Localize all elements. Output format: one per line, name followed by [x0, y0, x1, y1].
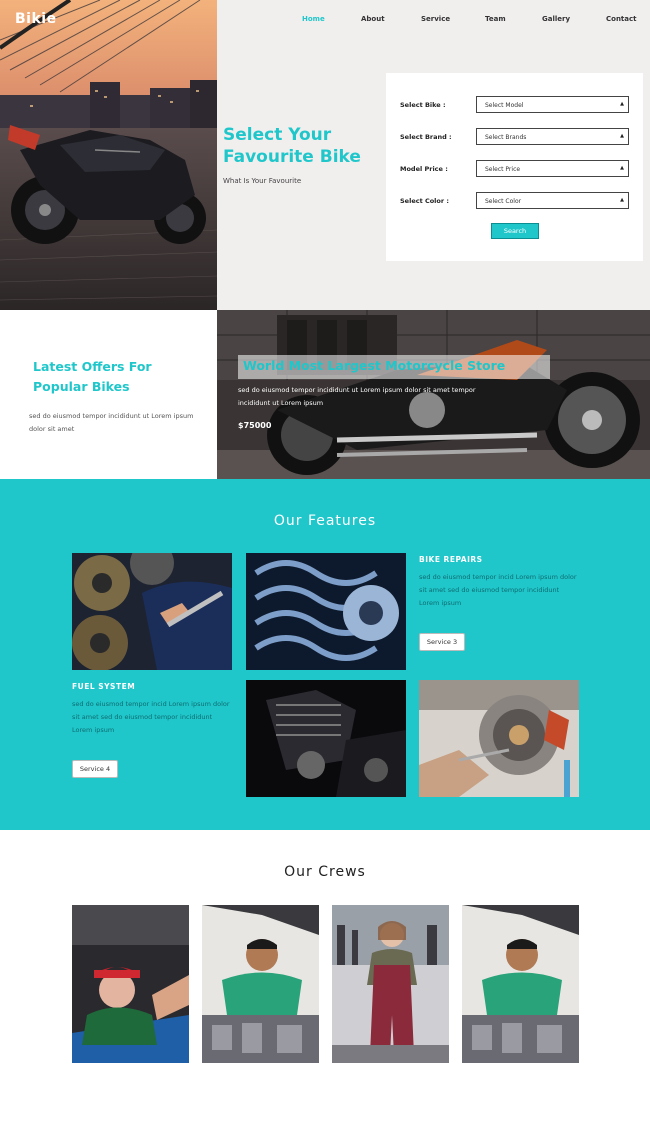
nav-gallery[interactable]: Gallery — [542, 15, 570, 23]
crew-member-photo — [72, 905, 189, 1063]
offers-title: Latest Offers For Popular Bikes — [33, 359, 152, 394]
features-heading: Our Features — [273, 513, 377, 529]
dropdown-arrow-icon: ▲ — [620, 133, 624, 139]
dropdown-arrow-icon: ▲ — [620, 165, 624, 171]
nav-service[interactable]: Service — [421, 15, 450, 23]
features-section: Our Features BIKE REPAIRS sed do eiusmod — [0, 479, 650, 830]
select-bike-label: Select Bike : — [400, 101, 446, 109]
select-color-dropdown[interactable]: Select Color ▲ — [476, 192, 629, 209]
nav-home[interactable]: Home — [302, 15, 325, 23]
nav-about[interactable]: About — [361, 15, 385, 23]
fuel-system-title: FUEL SYSTEM — [72, 682, 136, 691]
search-button[interactable]: Search — [491, 223, 539, 239]
hero-motorcycle-image — [0, 0, 217, 310]
dropdown-arrow-icon: ▲ — [620, 197, 624, 203]
select-brand-dropdown[interactable]: Select Brands ▲ — [476, 128, 629, 145]
bike-repairs-text: sed do eiusmod tempor incid Lorem ipsum … — [419, 573, 577, 607]
fuel-system-text: sed do eiusmod tempor incid Lorem ipsum … — [72, 700, 230, 734]
store-price: $75000 — [238, 421, 272, 430]
offers-text: sed do eiusmod tempor incididunt ut Lore… — [29, 412, 194, 433]
main-nav: Home About Service Team Gallery Contact — [280, 15, 650, 29]
bike-repairs-title: BIKE REPAIRS — [419, 555, 483, 564]
crew-member-photo — [202, 905, 319, 1063]
select-brand-label: Select Brand : — [400, 133, 452, 141]
form-row-brand: Select Brand : Select Brands ▲ — [400, 128, 632, 146]
engine-coils-image — [246, 553, 406, 670]
form-row-price: Model Price : Select Price ▲ — [400, 160, 632, 178]
brake-disc-image — [419, 680, 579, 797]
brand-logo[interactable]: Bikie — [15, 11, 57, 27]
form-row-bike: Select Bike : Select Model ▲ — [400, 96, 632, 114]
store-title: World Most Largest Motorcycle Store — [243, 358, 506, 373]
crews-heading: Our Crews — [284, 864, 366, 880]
nav-team[interactable]: Team — [485, 15, 506, 23]
engine-block-image — [246, 680, 406, 797]
hero-title: Select Your Favourite Bike — [223, 125, 361, 167]
model-price-label: Model Price : — [400, 165, 448, 173]
select-color-label: Select Color : — [400, 197, 449, 205]
crew-member-photo — [332, 905, 449, 1063]
nav-contact[interactable]: Contact — [606, 15, 637, 23]
dropdown-arrow-icon: ▲ — [620, 101, 624, 107]
bike-search-form: Select Bike : Select Model ▲ Select Brand… — [386, 73, 643, 261]
service-3-button[interactable]: Service 3 — [419, 633, 465, 651]
mechanic-wrench-image — [72, 553, 232, 670]
form-row-color: Select Color : Select Color ▲ — [400, 192, 632, 210]
crew-member-photo — [462, 905, 579, 1063]
offers-intro: Latest Offers For Popular Bikes sed do e… — [0, 310, 217, 479]
select-bike-dropdown[interactable]: Select Model ▲ — [476, 96, 629, 113]
hero-subtitle: What Is Your Favourite — [223, 177, 302, 185]
select-price-dropdown[interactable]: Select Price ▲ — [476, 160, 629, 177]
store-text: sed do eiusmod tempor incididunt ut Lore… — [238, 386, 476, 407]
service-4-button[interactable]: Service 4 — [72, 760, 118, 778]
hero-section: Bikie Home About Service Team Gallery Co… — [0, 0, 650, 310]
